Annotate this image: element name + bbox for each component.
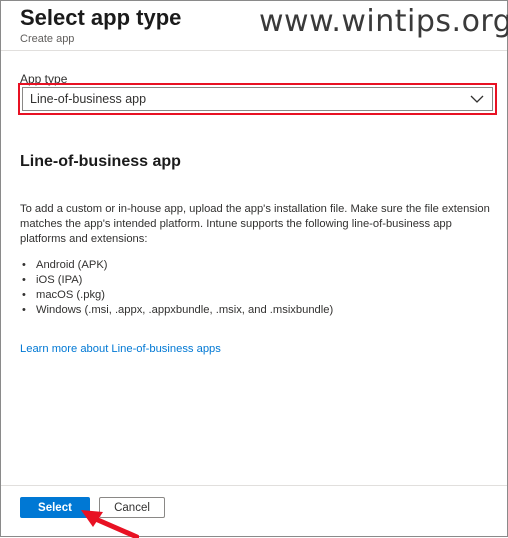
list-item: Android (APK) <box>20 258 490 273</box>
chevron-down-icon <box>470 95 484 103</box>
list-item: Windows (.msi, .appx, .appxbundle, .msix… <box>20 303 490 318</box>
learn-more-link[interactable]: Learn more about Line-of-business apps <box>20 343 221 355</box>
section-title: Line-of-business app <box>20 153 181 170</box>
app-type-selected-value: Line-of-business app <box>30 92 147 106</box>
watermark: www.wintips.org <box>259 4 508 39</box>
header: Select app type Create app www.wintips.o… <box>1 1 508 51</box>
section-description: To add a custom or in-house app, upload … <box>20 203 490 245</box>
platform-list: Android (APK) iOS (IPA) macOS (.pkg) Win… <box>20 258 490 318</box>
list-item: iOS (IPA) <box>20 273 490 288</box>
page-title: Select app type <box>20 5 182 30</box>
app-type-dropdown[interactable]: Line-of-business app <box>22 87 493 111</box>
list-item: macOS (.pkg) <box>20 288 490 303</box>
red-arrow-icon <box>81 510 139 538</box>
dialog-frame: Select app type Create app www.wintips.o… <box>0 0 508 538</box>
footer-divider <box>1 485 507 486</box>
page-subtitle: Create app <box>20 33 75 45</box>
